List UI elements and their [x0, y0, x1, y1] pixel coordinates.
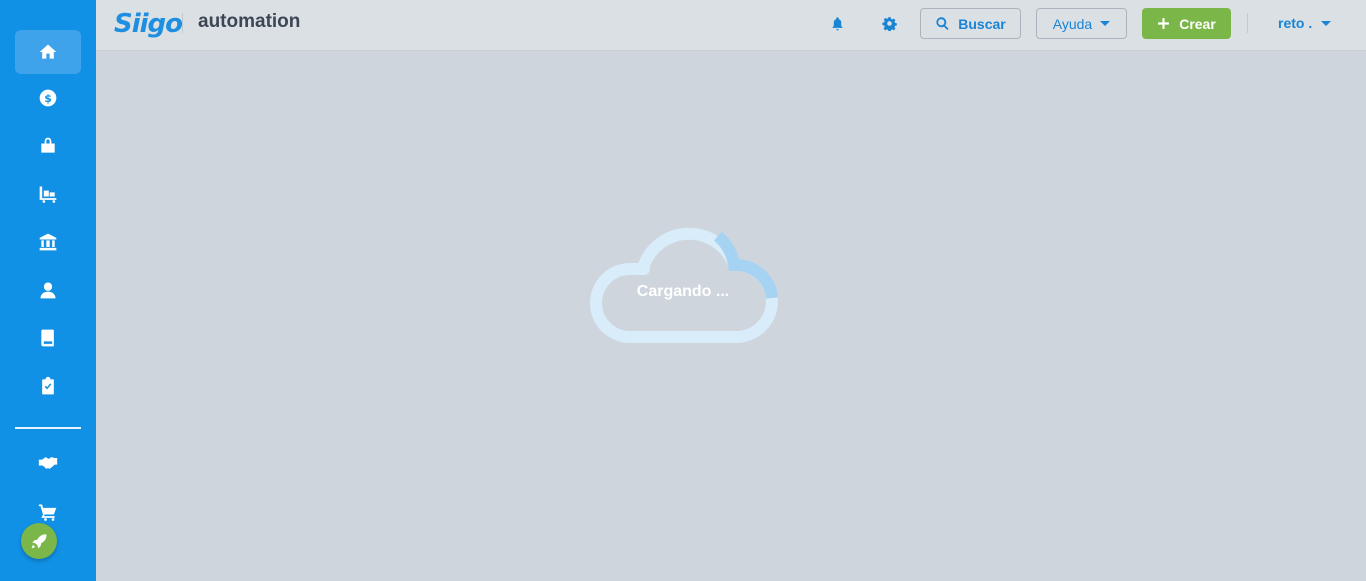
handshake-icon — [38, 457, 58, 469]
siigo-logo[interactable]: Siigo — [114, 6, 183, 42]
search-icon — [936, 17, 949, 30]
sidebar-item-sales[interactable] — [15, 124, 81, 168]
company-name: automation — [198, 11, 301, 32]
bank-icon — [39, 233, 57, 251]
sidebar-item-tasks[interactable] — [15, 364, 81, 408]
logo-separator — [182, 13, 183, 33]
sidebar-item-partners[interactable] — [15, 441, 81, 485]
sidebar: $ — [0, 0, 96, 581]
chevron-down-icon — [1100, 21, 1111, 26]
sidebar-item-inventory[interactable] — [15, 172, 81, 216]
notifications-button[interactable] — [827, 13, 847, 33]
user-name: reto . — [1278, 15, 1313, 31]
rocket-icon — [31, 534, 47, 549]
user-menu[interactable]: reto . — [1278, 15, 1332, 31]
cloud-loader-icon — [590, 227, 778, 343]
dollar-circle-icon: $ — [39, 89, 57, 107]
loading-indicator: Cargando ... — [586, 214, 780, 344]
header-separator — [1247, 13, 1248, 33]
loading-text: Cargando ... — [636, 283, 730, 300]
sidebar-divider — [15, 427, 81, 429]
svg-text:$: $ — [44, 92, 52, 105]
shopping-cart-icon — [38, 504, 57, 521]
plus-icon — [1158, 18, 1170, 29]
search-button[interactable]: Buscar — [920, 8, 1021, 39]
settings-button[interactable] — [879, 13, 899, 33]
gear-icon — [881, 16, 897, 31]
sidebar-item-employees[interactable] — [15, 268, 81, 312]
search-button-label: Buscar — [958, 15, 1006, 32]
home-icon — [39, 44, 57, 59]
help-dropdown[interactable]: Ayuda — [1036, 8, 1127, 39]
warehouse-cart-icon — [39, 186, 57, 203]
sidebar-item-bank[interactable] — [15, 220, 81, 264]
sidebar-item-accounting[interactable] — [15, 316, 81, 360]
create-button-label: Crear — [1179, 15, 1216, 32]
help-dropdown-label: Ayuda — [1052, 15, 1093, 32]
top-bar: Siigo automation Buscar Ayuda Crear reto… — [96, 0, 1366, 51]
sidebar-item-home[interactable] — [15, 30, 81, 74]
employee-icon — [40, 282, 56, 299]
rocket-button[interactable] — [21, 523, 57, 559]
bell-icon — [832, 16, 842, 30]
sidebar-item-finances[interactable]: $ — [15, 76, 81, 120]
chevron-down-icon — [1321, 20, 1332, 26]
book-icon — [41, 329, 54, 347]
clipboard-check-icon — [42, 376, 54, 395]
create-button[interactable]: Crear — [1142, 8, 1231, 39]
shopping-bag-icon — [41, 137, 55, 153]
